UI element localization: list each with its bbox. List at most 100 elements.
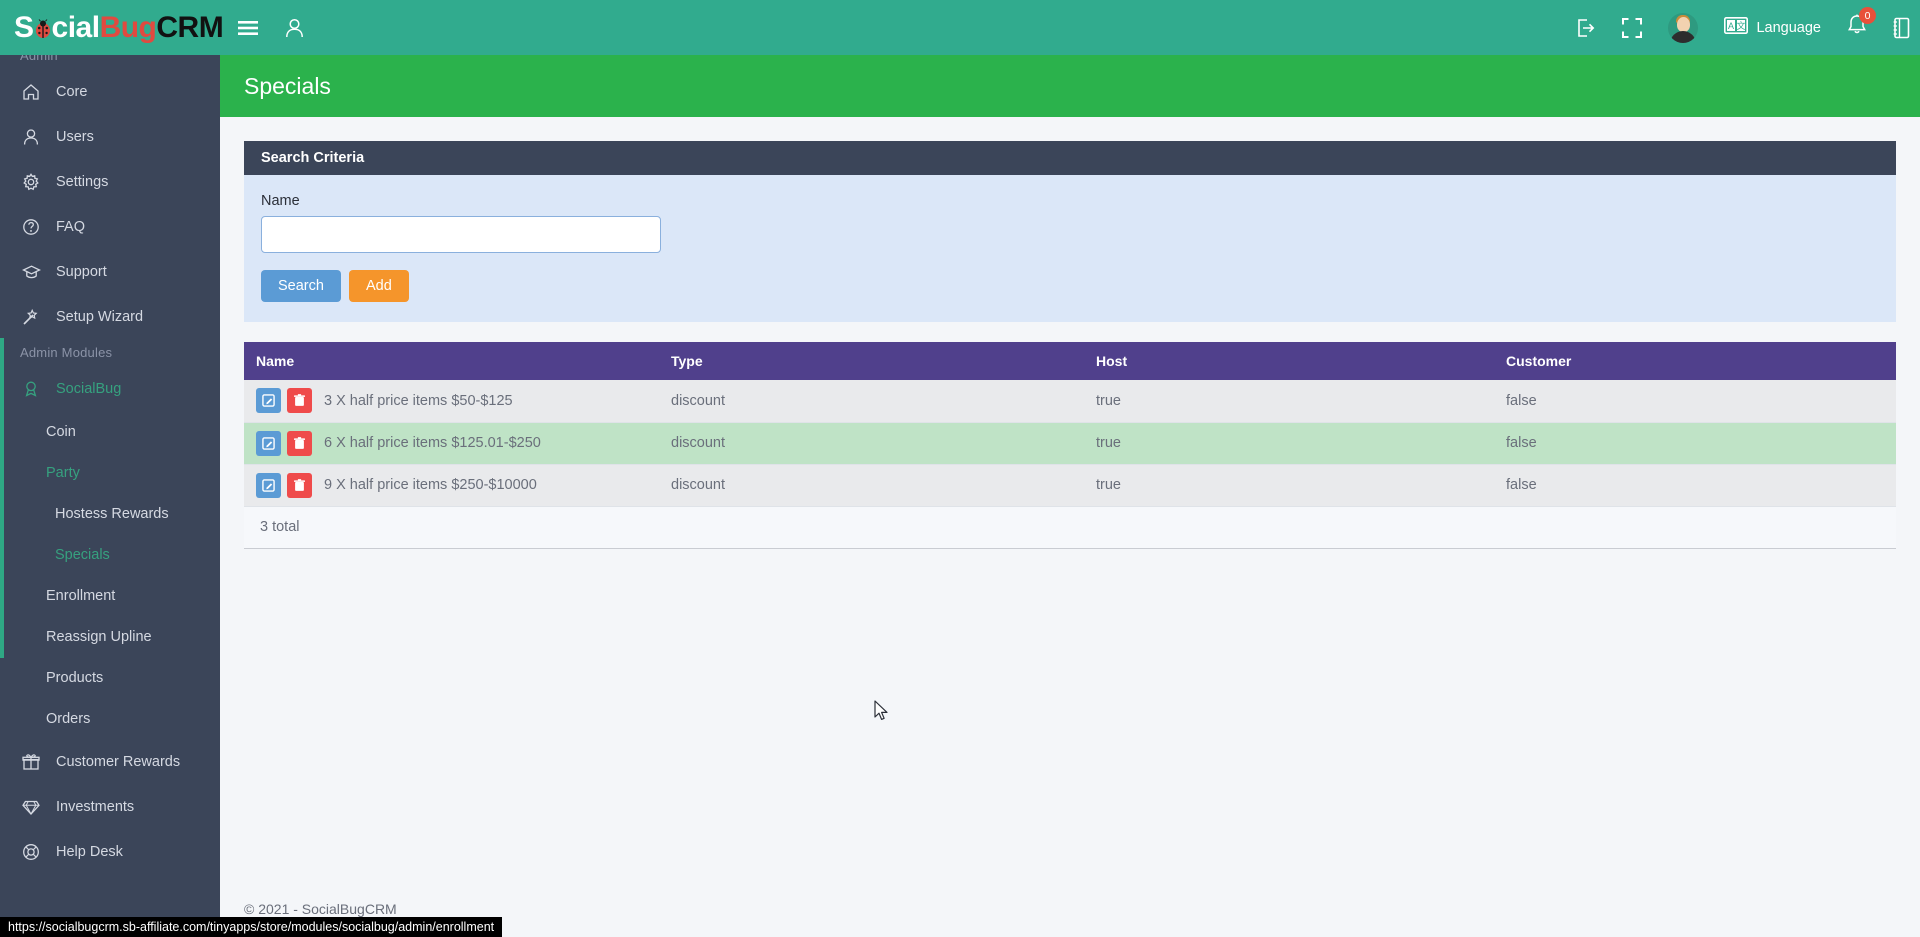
brand-logo[interactable]: ScialBugCRM: [0, 0, 224, 55]
translate-icon: A文: [1724, 16, 1749, 39]
sidebar-subitem-label: Specials: [55, 546, 110, 563]
avatar-head: [1676, 16, 1690, 32]
column-header-host[interactable]: Host: [1084, 342, 1494, 380]
column-header-customer[interactable]: Customer: [1494, 342, 1896, 380]
sidebar-subitem-label: Reassign Upline: [46, 628, 152, 645]
sidebar-item-label: FAQ: [56, 218, 86, 235]
graduation-cap-icon: [22, 263, 44, 281]
cell-name: 6 X half price items $125.01-$250: [244, 422, 659, 465]
edit-row-button[interactable]: [256, 388, 281, 414]
sidebar-item-customer-rewards[interactable]: Customer Rewards: [0, 739, 220, 784]
magic-wand-icon: [22, 308, 44, 326]
edit-row-button[interactable]: [256, 430, 281, 456]
table-header-row: Name Type Host Customer: [244, 342, 1896, 380]
row-name-text: 9 X half price items $250-$10000: [324, 477, 537, 493]
specials-table: Name Type Host Customer 3 X half price i…: [244, 342, 1896, 507]
sidebar-item-core[interactable]: Core: [0, 69, 220, 114]
status-bar-url: https://socialbugcrm.sb-affiliate.com/ti…: [8, 920, 495, 934]
sidebar-subitem-coin[interactable]: Coin: [0, 411, 220, 452]
control-sidebar-icon[interactable]: [1893, 17, 1910, 39]
ladybug-icon: [33, 15, 53, 38]
sidebar-item-label: Investments: [56, 798, 135, 815]
column-header-type[interactable]: Type: [659, 342, 1084, 380]
cell-customer: false: [1494, 380, 1896, 423]
cell-type: discount: [659, 464, 1084, 507]
sidebar-item-support[interactable]: Support: [0, 249, 220, 294]
brand-logo-text: ScialBugCRM: [14, 10, 224, 44]
search-criteria-heading: Search Criteria: [244, 141, 1896, 175]
sidebar-subitem-label: Orders: [46, 710, 91, 727]
sidebar-subitem-enrollment[interactable]: Enrollment: [0, 575, 220, 616]
table-row[interactable]: 9 X half price items $250-$10000 discoun…: [244, 464, 1896, 507]
fullscreen-icon[interactable]: [1622, 17, 1643, 38]
column-header-name[interactable]: Name: [244, 342, 659, 380]
sidebar-item-label: Settings: [56, 173, 109, 190]
life-ring-icon: [22, 843, 44, 861]
sidebar-item-label: Setup Wizard: [56, 308, 144, 325]
avatar[interactable]: [1668, 12, 1699, 43]
sidebar-item-users[interactable]: Users: [0, 114, 220, 159]
top-header-bar: ScialBugCRM A文 Language 0: [0, 0, 1920, 55]
sidebar-item-help-desk[interactable]: Help Desk: [0, 829, 220, 874]
sidebar-subitem-specials[interactable]: Specials: [0, 534, 220, 575]
header-left-icon-group: [238, 18, 304, 38]
sidebar-subitem-label: Coin: [46, 423, 76, 440]
sidebar-item-label: SocialBug: [56, 380, 122, 397]
cell-host: true: [1084, 422, 1494, 465]
sidebar-section-admin-modules: Admin Modules: [20, 345, 113, 360]
content-panels: Search Criteria Name Search Add Name Typ…: [220, 117, 1920, 549]
sidebar-item-setup-wizard[interactable]: Setup Wizard: [0, 294, 220, 339]
sidebar-subitem-party[interactable]: Party: [0, 452, 220, 493]
gift-icon: [22, 753, 44, 771]
gear-icon: [22, 172, 44, 191]
sidebar-item-label: Help Desk: [56, 843, 123, 860]
table-row[interactable]: 3 X half price items $50-$125 discount t…: [244, 380, 1896, 423]
cell-host: true: [1084, 464, 1494, 507]
sidebar-subitem-label: Enrollment: [46, 587, 116, 604]
sidebar-item-label: Customer Rewards: [56, 753, 181, 770]
brand-part-social: S: [14, 10, 34, 44]
user-icon[interactable]: [285, 18, 304, 38]
sidebar-item-investments[interactable]: Investments: [0, 784, 220, 829]
question-circle-icon: [22, 218, 44, 236]
diamond-icon: [22, 798, 44, 816]
sidebar-item-settings[interactable]: Settings: [0, 159, 220, 204]
delete-row-button[interactable]: [287, 472, 312, 498]
sidebar-item-faq[interactable]: FAQ: [0, 204, 220, 249]
search-button[interactable]: Search: [261, 270, 341, 302]
search-criteria-card: Search Criteria Name Search Add: [244, 141, 1896, 322]
header-right-icon-group: A文 Language 0: [1548, 7, 1920, 43]
delete-row-button[interactable]: [287, 388, 312, 414]
delete-row-button[interactable]: [287, 430, 312, 456]
sidebar-item-label: Support: [56, 263, 107, 280]
total-count-label: 3 total: [260, 519, 300, 535]
brand-part-bug: Bug: [99, 10, 157, 44]
sidebar-subitem-products[interactable]: Products: [0, 657, 220, 698]
cell-name: 3 X half price items $50-$125: [244, 380, 659, 423]
sidebar-subitem-hostess-rewards[interactable]: Hostess Rewards: [0, 493, 220, 534]
cell-customer: false: [1494, 464, 1896, 507]
sidebar: Admin Core Users Settings FAQ Support Se…: [0, 42, 220, 937]
search-actions: Search Add: [261, 270, 1879, 302]
sidebar-item-socialbug[interactable]: SocialBug: [0, 366, 220, 411]
language-switcher[interactable]: A文 Language: [1724, 16, 1821, 39]
svg-text:A: A: [1728, 21, 1734, 31]
sidebar-subitem-orders[interactable]: Orders: [0, 698, 220, 739]
bell-icon: [1847, 14, 1867, 40]
sidebar-subitem-label: Products: [46, 669, 104, 686]
cell-host: true: [1084, 380, 1494, 423]
browser-status-bar: https://socialbugcrm.sb-affiliate.com/ti…: [0, 917, 503, 937]
search-name-input[interactable]: [261, 216, 661, 253]
sidebar-item-label: Core: [56, 83, 88, 100]
add-button[interactable]: Add: [348, 270, 409, 302]
table-row[interactable]: 6 X half price items $125.01-$250 discou…: [244, 422, 1896, 465]
edit-row-button[interactable]: [256, 472, 281, 498]
cell-name: 9 X half price items $250-$10000: [244, 464, 659, 507]
hamburger-menu-icon[interactable]: [238, 20, 258, 36]
logout-icon[interactable]: [1574, 17, 1596, 39]
notifications-button[interactable]: 0: [1847, 7, 1876, 41]
table-head: Name Type Host Customer: [244, 342, 1896, 380]
search-criteria-body: Name Search Add: [244, 175, 1896, 322]
row-name-text: 3 X half price items $50-$125: [324, 392, 513, 409]
sidebar-subitem-reassign-upline[interactable]: Reassign Upline: [0, 616, 220, 657]
